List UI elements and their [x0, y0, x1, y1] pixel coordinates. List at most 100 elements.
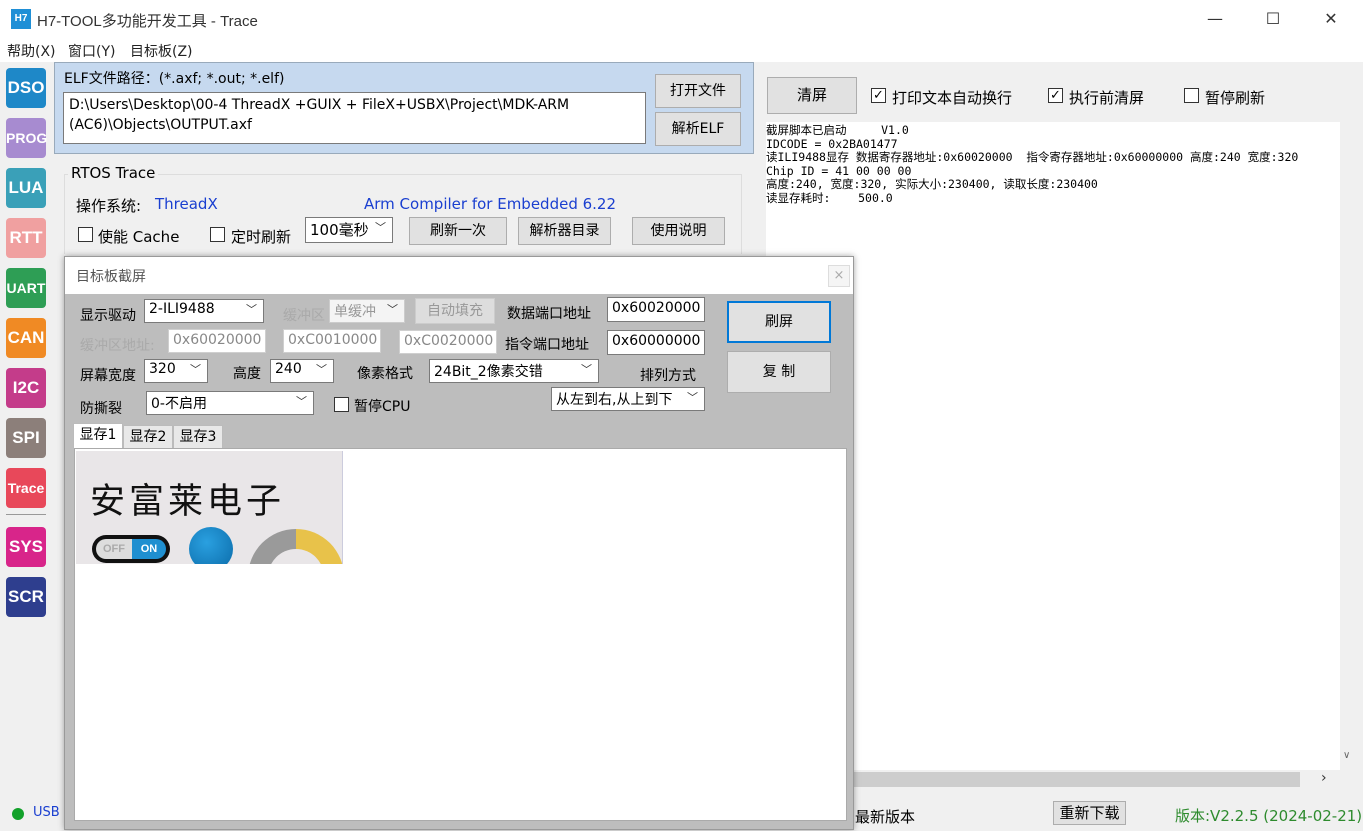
menu-target-board[interactable]: 目标板(Z)	[130, 41, 193, 61]
sidebar-trace-button[interactable]: Trace	[6, 468, 46, 508]
elf-path-line2: (AC6)\Objects\OUTPUT.axf	[69, 117, 252, 133]
scroll-right-icon[interactable]: ›	[1321, 770, 1327, 786]
sidebar-lua-button[interactable]: LUA	[6, 168, 46, 208]
pause-cpu-label: 暂停CPU	[354, 399, 411, 415]
cmd-port-field[interactable]: 0x60000000	[607, 330, 705, 355]
help-button[interactable]: 使用说明	[632, 217, 725, 245]
sidebar-sys-button[interactable]: SYS	[6, 527, 46, 567]
scrollbar-thumb[interactable]	[854, 772, 1300, 787]
tab-vram2[interactable]: 显存2	[123, 425, 173, 449]
elf-panel: ELF文件路径：(*.axf; *.out; *.elf) D:\Users\D…	[54, 62, 754, 154]
order-label: 排列方式	[640, 368, 696, 384]
menu-window[interactable]: 窗口(Y)	[68, 41, 115, 61]
chevron-down-icon: ﹀	[190, 363, 201, 376]
chevron-down-icon: ﹀	[375, 221, 386, 234]
chevron-down-icon: ﹀	[246, 303, 257, 316]
tab-vram3[interactable]: 显存3	[173, 425, 223, 449]
data-port-field[interactable]: 0x60020000	[607, 297, 705, 322]
elf-path-line1: D:\Users\Desktop\00-4 ThreadX +GUIX + Fi…	[69, 97, 570, 113]
refresh-once-button[interactable]: 刷新一次	[409, 217, 507, 245]
log-line: 读显存耗时: 500.0	[766, 190, 893, 205]
chevron-down-icon: ﹀	[687, 391, 698, 404]
pixel-format-select[interactable]: 24Bit_2像素交错 ﹀	[429, 359, 599, 383]
data-port-label: 数据端口地址	[507, 306, 591, 322]
order-select[interactable]: 从左到右,从上到下 ﹀	[551, 387, 705, 411]
height-label: 高度	[233, 366, 261, 382]
buffer-select[interactable]: 单缓冲 ﹀	[329, 299, 405, 323]
screenshot-dialog: 目标板截屏 × 显示驱动 2-ILI9488 ﹀ 缓冲区 单缓冲 ﹀ 自动填充 数据…	[64, 256, 854, 830]
rtos-group-title: RTOS Trace	[68, 164, 159, 182]
wrap-checkbox[interactable]: ✓	[871, 88, 886, 103]
cache-label: 使能 Cache	[98, 228, 180, 246]
chevron-down-icon: ﹀	[581, 363, 592, 376]
width-label: 屏幕宽度	[80, 368, 136, 384]
elf-path-field[interactable]: D:\Users\Desktop\00-4 ThreadX +GUIX + Fi…	[63, 92, 646, 144]
driver-select[interactable]: 2-ILI9488 ﹀	[144, 299, 264, 323]
buffer-addr-label: 缓冲区地址:	[80, 338, 155, 354]
chevron-down-icon: ﹀	[316, 363, 327, 376]
sidebar-i2c-button[interactable]: I2C	[6, 368, 46, 408]
preview-title-text: 安富莱电子	[90, 482, 286, 522]
clear-screen-button[interactable]: 清屏	[767, 77, 857, 114]
refresh-screen-button[interactable]: 刷屏	[727, 301, 831, 343]
tab-vram1[interactable]: 显存1	[73, 423, 123, 449]
log-line: 读ILI9488显存 数据寄存器地址:0x60020000 指令寄存器地址:0x…	[766, 150, 1299, 164]
anti-tear-select[interactable]: 0-不启用 ﹀	[146, 391, 314, 415]
menu-help[interactable]: 帮助(X)	[7, 41, 56, 61]
sidebar: DSO PROG LUA RTT UART CAN I2C SPI Trace …	[0, 62, 52, 831]
open-file-button[interactable]: 打开文件	[655, 74, 741, 108]
chevron-down-icon: ﹀	[387, 303, 398, 316]
log-line: Chip ID = 41 00 00 00	[766, 163, 912, 178]
sidebar-can-button[interactable]: CAN	[6, 318, 46, 358]
clear-before-checkbox[interactable]: ✓	[1048, 88, 1063, 103]
sidebar-divider	[6, 514, 46, 515]
log-vertical-scrollbar[interactable]: ∨	[1340, 122, 1359, 770]
order-value: 从左到右,从上到下	[556, 392, 673, 408]
buffer-addr3-field[interactable]: 0xC0020000	[399, 330, 497, 354]
clear-before-label: 执行前清屏	[1069, 89, 1145, 107]
toggle-on-label: ON	[132, 539, 166, 559]
autofill-button[interactable]: 自动填充	[415, 298, 495, 324]
os-value: ThreadX	[155, 195, 218, 213]
pause-refresh-checkbox[interactable]	[1184, 88, 1199, 103]
toggle-switch: OFF ON	[92, 535, 170, 563]
interval-select[interactable]: 100毫秒 ﹀	[305, 217, 393, 243]
buffer-addr2-field[interactable]: 0xC0010000	[283, 329, 381, 353]
buffer-label: 缓冲区	[283, 308, 325, 324]
buffer-value: 单缓冲	[334, 304, 376, 320]
elf-path-label: ELF文件路径：(*.axf; *.out; *.elf)	[64, 71, 285, 87]
copy-button[interactable]: 复 制	[727, 351, 831, 393]
pause-cpu-checkbox[interactable]	[334, 397, 349, 412]
height-value: 240	[275, 361, 302, 377]
pixel-format-label: 像素格式	[357, 366, 413, 382]
parse-elf-button[interactable]: 解析ELF	[655, 112, 741, 146]
dialog-title: 目标板截屏	[76, 269, 146, 285]
buffer-addr1-field[interactable]: 0x60020000	[168, 329, 266, 353]
wrap-label: 打印文本自动换行	[892, 89, 1013, 107]
close-button[interactable]: ✕	[1302, 0, 1360, 38]
width-select[interactable]: 320 ﹀	[144, 359, 208, 383]
interval-value: 100毫秒	[310, 221, 369, 239]
height-select[interactable]: 240 ﹀	[270, 359, 334, 383]
timer-refresh-label: 定时刷新	[231, 228, 292, 246]
sidebar-uart-button[interactable]: UART	[6, 268, 46, 308]
driver-value: 2-ILI9488	[149, 301, 215, 317]
timer-refresh-checkbox[interactable]	[210, 227, 225, 242]
scroll-down-icon[interactable]: ∨	[1343, 750, 1350, 761]
sidebar-spi-button[interactable]: SPI	[6, 418, 46, 458]
sidebar-dso-button[interactable]: DSO	[6, 68, 46, 108]
vram-canvas[interactable]: 安富莱电子 OFF ON	[74, 448, 847, 821]
sidebar-rtt-button[interactable]: RTT	[6, 218, 46, 258]
minimize-button[interactable]: —	[1186, 0, 1244, 38]
redownload-button[interactable]: 重新下载	[1053, 801, 1126, 825]
cache-checkbox[interactable]	[78, 227, 93, 242]
sidebar-scr-button[interactable]: SCR	[6, 577, 46, 617]
width-value: 320	[149, 361, 176, 377]
pause-refresh-label: 暂停刷新	[1205, 89, 1266, 107]
chevron-down-icon: ﹀	[296, 395, 307, 408]
maximize-button[interactable]: ☐	[1244, 0, 1302, 38]
compiler-value: Arm Compiler for Embedded 6.22	[364, 195, 617, 213]
sidebar-prog-button[interactable]: PROG	[6, 118, 47, 158]
dialog-close-button[interactable]: ×	[828, 265, 850, 287]
parser-dir-button[interactable]: 解析器目录	[518, 217, 611, 245]
